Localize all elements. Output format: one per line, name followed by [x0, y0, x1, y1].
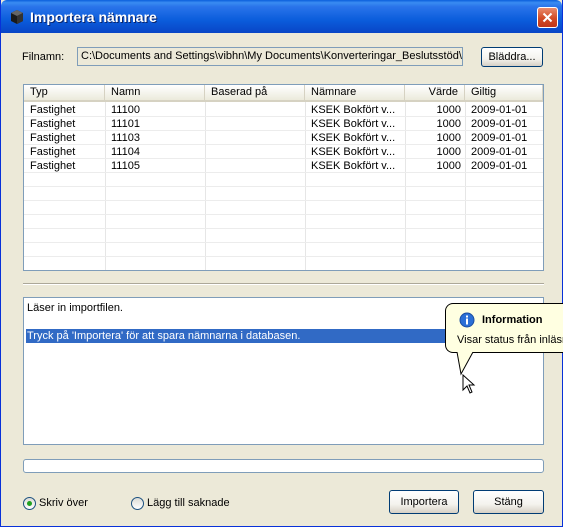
cell-giltig: 2009-01-01	[471, 118, 528, 130]
cell-giltig: 2009-01-01	[471, 132, 528, 144]
info-icon	[459, 312, 475, 328]
filename-field[interactable]: C:\Documents and Settings\vibhn\My Docum…	[77, 47, 463, 66]
cell-namnare: KSEK Bokfört v...	[311, 146, 396, 158]
grid-line	[24, 256, 543, 257]
cell-namnare: KSEK Bokfört v...	[311, 104, 396, 116]
cell-varde: 1000	[436, 118, 461, 130]
cell-giltig: 2009-01-01	[471, 104, 528, 116]
column-header-baserad[interactable]: Baserad på	[205, 85, 305, 100]
column-header-varde[interactable]: Värde	[405, 85, 465, 100]
cell-baserad	[205, 145, 305, 159]
cell-namnare: KSEK Bokfört v...	[311, 118, 396, 130]
cell-varde: 1000	[436, 132, 461, 144]
column-header-namn[interactable]: Namn	[105, 85, 205, 100]
progress-bar	[23, 459, 544, 473]
cell-typ: Fastighet	[30, 104, 76, 116]
tooltip-tail	[456, 352, 474, 376]
close-dialog-button[interactable]: Stäng	[473, 490, 544, 514]
cell-typ: Fastighet	[30, 132, 76, 144]
cell-baserad	[205, 159, 305, 173]
cell-namnare: KSEK Bokfört v...	[311, 160, 396, 172]
cell-varde: 1000	[436, 146, 461, 158]
overwrite-label[interactable]: Skriv över	[39, 497, 88, 509]
cell-baserad	[205, 131, 305, 145]
import-grid[interactable]: Typ Namn Baserad på Nämnare Värde Giltig…	[23, 84, 544, 271]
grid-line	[24, 214, 543, 215]
table-row[interactable]: Fastighet 11101 KSEK Bokfört v... 1000 2…	[24, 117, 543, 131]
append-radio[interactable]	[131, 497, 144, 510]
grid-line	[24, 242, 543, 243]
cell-namn: 11105	[111, 160, 140, 172]
cell-namnare: KSEK Bokfört v...	[311, 132, 396, 144]
grid-line	[24, 200, 543, 201]
cell-varde: 1000	[436, 104, 461, 116]
mouse-cursor-icon	[462, 374, 476, 394]
close-icon	[542, 12, 553, 23]
tooltip-title: Information	[482, 314, 543, 326]
column-header-typ[interactable]: Typ	[24, 85, 105, 100]
cell-giltig: 2009-01-01	[471, 146, 528, 158]
cell-namn: 11100	[111, 104, 140, 116]
title-bar[interactable]: Importera nämnare	[1, 0, 562, 33]
cell-namn: 11101	[111, 118, 140, 130]
close-button[interactable]	[537, 7, 558, 28]
radio-selected-dot	[27, 501, 32, 506]
cell-namn: 11104	[111, 146, 140, 158]
table-row[interactable]: Fastighet 11103 KSEK Bokfört v... 1000 2…	[24, 131, 543, 145]
cell-namn: 11103	[111, 132, 140, 144]
column-header-giltig[interactable]: Giltig	[465, 85, 543, 100]
browse-button[interactable]: Bläddra...	[481, 47, 543, 67]
cell-baserad	[205, 103, 305, 117]
tooltip-text: Visar status från inläsn	[457, 334, 563, 346]
import-dialog: Importera nämnare Filnamn: C:\Documents …	[0, 0, 563, 527]
cell-varde: 1000	[436, 160, 461, 172]
app-icon	[11, 10, 23, 24]
grid-line	[24, 186, 543, 187]
table-row[interactable]: Fastighet 11100 KSEK Bokfört v... 1000 2…	[24, 103, 543, 117]
filename-label: Filnamn:	[22, 51, 65, 63]
table-row[interactable]: Fastighet 11105 KSEK Bokfört v... 1000 2…	[24, 159, 543, 173]
append-label[interactable]: Lägg till saknade	[147, 497, 230, 509]
log-line[interactable]: Läser in importfilen.	[26, 301, 123, 315]
window-title: Importera nämnare	[30, 9, 157, 25]
info-tooltip: Information Visar status från inläsn	[445, 303, 563, 353]
table-row[interactable]: Fastighet 11104 KSEK Bokfört v... 1000 2…	[24, 145, 543, 159]
import-button[interactable]: Importera	[389, 490, 459, 514]
cell-typ: Fastighet	[30, 160, 76, 172]
grid-line	[24, 228, 543, 229]
divider	[23, 283, 544, 285]
cell-giltig: 2009-01-01	[471, 160, 528, 172]
cell-baserad	[205, 117, 305, 131]
grid-header: Typ Namn Baserad på Nämnare Värde Giltig	[24, 85, 543, 102]
overwrite-radio[interactable]	[23, 497, 36, 510]
cell-typ: Fastighet	[30, 146, 76, 158]
cell-typ: Fastighet	[30, 118, 76, 130]
column-header-namnare[interactable]: Nämnare	[305, 85, 405, 100]
